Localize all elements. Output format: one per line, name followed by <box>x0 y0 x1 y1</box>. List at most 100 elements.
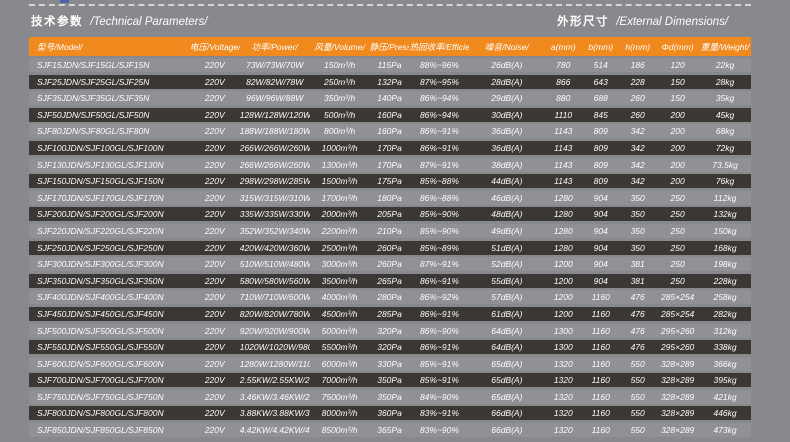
cell-efficiency: 83%~90% <box>409 423 469 437</box>
cell-h: 228 <box>619 75 656 89</box>
cell-phid: 250 <box>656 257 699 271</box>
cell-volume: 500m³/h <box>310 108 370 122</box>
cell-pressure: 365Pa <box>370 423 410 437</box>
cell-b: 904 <box>582 257 619 271</box>
cell-pressure: 350Pa <box>370 390 410 404</box>
cell-b: 1160 <box>582 423 619 437</box>
top-dashed-divider <box>29 4 751 6</box>
table-row: SJF80JDN/SJF80GL/SJF80N220V188W/188W/180… <box>29 124 751 138</box>
cell-power: 580W/580W/560W <box>240 274 310 288</box>
cell-efficiency: 85%~91% <box>409 373 469 387</box>
column-header-model: 型号/Model/ <box>29 40 190 54</box>
cell-voltage: 220V <box>190 290 240 304</box>
cell-power: 266W/266W/260W <box>240 141 310 155</box>
cell-weight: 150kg <box>699 224 751 238</box>
cell-b: 1160 <box>582 373 619 387</box>
cell-model: SJF800JDN/SJF800GL/SJF800N <box>29 406 190 420</box>
cell-pressure: 160Pa <box>370 108 410 122</box>
cell-voltage: 220V <box>190 373 240 387</box>
cell-efficiency: 86%~91% <box>409 124 469 138</box>
cell-volume: 5500m³/h <box>310 340 370 354</box>
cell-phid: 328×289 <box>656 373 699 387</box>
cell-weight: 28kg <box>699 75 751 89</box>
cell-efficiency: 86%~94% <box>409 108 469 122</box>
cell-pressure: 260Pa <box>370 241 410 255</box>
cell-h: 476 <box>619 307 656 321</box>
cell-power: 820W/820W/780W <box>240 307 310 321</box>
cell-power: 3.88KW/3.88KW/3.6KW <box>240 406 310 420</box>
cell-model: SJF220JDN/SJF220GL/SJF220N <box>29 224 190 238</box>
external-dimensions-title: 外形尺寸 /External Dimensions/ <box>557 15 728 29</box>
cell-h: 381 <box>619 257 656 271</box>
cell-h: 350 <box>619 191 656 205</box>
column-header-pressure: 静压/Pressure/ <box>370 40 410 54</box>
cell-pressure: 330Pa <box>370 357 410 371</box>
cell-power: 1280W/1280W/1100W <box>240 357 310 371</box>
cell-voltage: 220V <box>190 58 240 72</box>
cell-model: SJF550JDN/SJF550GL/SJF550N <box>29 340 190 354</box>
technical-parameters-title-zh: 技术参数 <box>31 16 83 28</box>
cell-voltage: 220V <box>190 158 240 172</box>
cell-h: 476 <box>619 290 656 304</box>
table-row: SJF25JDN/SJF25GL/SJF25N220V82W/82W/78W25… <box>29 75 751 89</box>
cell-power: 266W/266W/260W <box>240 158 310 172</box>
cell-weight: 112kg <box>699 191 751 205</box>
cell-efficiency: 85%~91% <box>409 357 469 371</box>
cell-h: 342 <box>619 174 656 188</box>
column-header-h: h(mm) <box>619 40 656 54</box>
cell-a: 1143 <box>544 174 582 188</box>
cell-volume: 2200m³/h <box>310 224 370 238</box>
cell-b: 1160 <box>582 324 619 338</box>
cell-power: 188W/188W/180W <box>240 124 310 138</box>
cell-phid: 200 <box>656 141 699 155</box>
cell-model: SJF400JDN/SJF400GL/SJF400N <box>29 290 190 304</box>
cell-efficiency: 85%~90% <box>409 207 469 221</box>
cell-voltage: 220V <box>190 357 240 371</box>
cell-b: 809 <box>582 158 619 172</box>
cell-power: 420W/420W/360W <box>240 241 310 255</box>
cell-weight: 312kg <box>699 324 751 338</box>
cell-noise: 52dB(A) <box>469 257 544 271</box>
cell-power: 920W/920W/900W <box>240 324 310 338</box>
cell-volume: 4000m³/h <box>310 290 370 304</box>
cell-noise: 44dB(A) <box>469 174 544 188</box>
cell-weight: 198kg <box>699 257 751 271</box>
cell-voltage: 220V <box>190 257 240 271</box>
technical-parameters-title: 技术参数 /Technical Parameters/ <box>31 15 207 29</box>
cell-noise: 55dB(A) <box>469 274 544 288</box>
cell-b: 809 <box>582 141 619 155</box>
cell-pressure: 265Pa <box>370 274 410 288</box>
cell-h: 350 <box>619 224 656 238</box>
cell-voltage: 220V <box>190 423 240 437</box>
cell-noise: 66dB(A) <box>469 423 544 437</box>
cell-a: 1320 <box>544 357 582 371</box>
cell-pressure: 140Pa <box>370 91 410 105</box>
cell-pressure: 320Pa <box>370 324 410 338</box>
column-header-a: a(mm) <box>544 40 582 54</box>
cell-efficiency: 84%~90% <box>409 390 469 404</box>
table-row: SJF50JDN/SJF50GL/SJF50N220V128W/128W/120… <box>29 108 751 122</box>
table-body: SJF15JDN/SJF15GL/SJF15N220V73W/73W/70W15… <box>29 58 751 437</box>
cell-phid: 150 <box>656 91 699 105</box>
cell-model: SJF130JDN/SJF130GL/SJF130N <box>29 158 190 172</box>
cell-weight: 258kg <box>699 290 751 304</box>
cell-model: SJF300JDN/SJF300GL/SJF300N <box>29 257 190 271</box>
cell-efficiency: 87%~91% <box>409 257 469 271</box>
cell-noise: 46dB(A) <box>469 191 544 205</box>
cell-a: 1300 <box>544 324 582 338</box>
cell-phid: 328×289 <box>656 390 699 404</box>
cell-weight: 132kg <box>699 207 751 221</box>
cell-model: SJF850JDN/SJF850GL/SJF850N <box>29 423 190 437</box>
cell-phid: 250 <box>656 274 699 288</box>
cell-h: 342 <box>619 141 656 155</box>
column-header-b: b(mm) <box>582 40 619 54</box>
cell-b: 1160 <box>582 357 619 371</box>
cell-phid: 200 <box>656 124 699 138</box>
cell-noise: 64dB(A) <box>469 340 544 354</box>
column-header-noise: 噪音/Noise/ <box>469 40 544 54</box>
cell-volume: 800m³/h <box>310 124 370 138</box>
cell-b: 1160 <box>582 307 619 321</box>
cell-model: SJF170JDN/SJF170GL/SJF170N <box>29 191 190 205</box>
cell-voltage: 220V <box>190 406 240 420</box>
cell-phid: 200 <box>656 174 699 188</box>
